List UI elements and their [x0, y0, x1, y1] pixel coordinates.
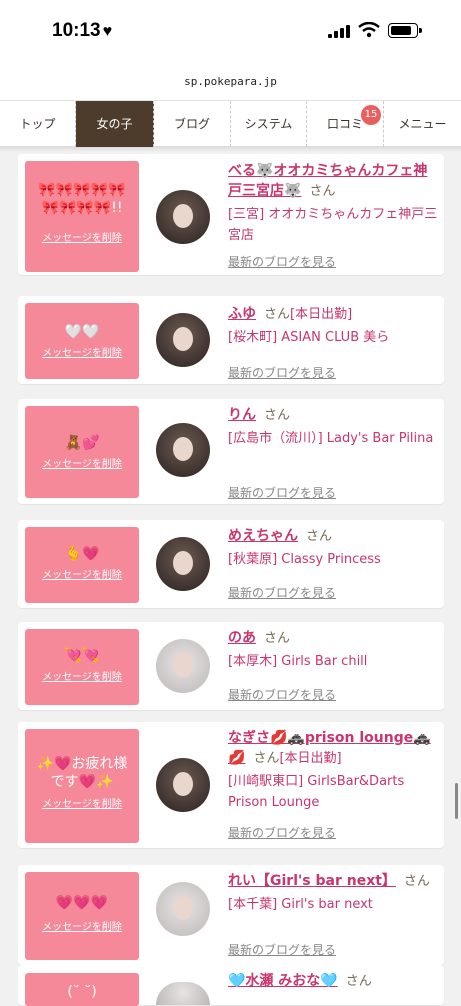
message-text: 💗💗💗: [55, 895, 109, 911]
latest-blog-link[interactable]: 最新のブログを見る: [228, 941, 336, 958]
avatar[interactable]: [156, 537, 210, 591]
message-text: 💘💘: [64, 648, 100, 664]
girl-info: めえちゃん さん [秋葉原] Classy Princess 最新のブログを見る: [228, 526, 438, 600]
delete-message-link[interactable]: メッセージを削除: [25, 795, 139, 810]
tab-system[interactable]: システム: [231, 101, 307, 147]
girl-info: べる🐺オオカミちゃんカフェ神戸三宮店🐺 さん [三宮] オオカミちゃんカフェ神戸三…: [228, 163, 438, 269]
latest-blog-link[interactable]: 最新のブログを見る: [228, 824, 336, 841]
message-box: 💗💗💗 メッセージを削除: [25, 872, 139, 960]
shop-name: [広島市（流川）] Lady's Bar Pilina: [228, 431, 434, 446]
latest-blog-link[interactable]: 最新のブログを見る: [228, 686, 336, 703]
battery-icon: [388, 23, 422, 38]
message-text: ✨💗お疲れ様です💗✨: [36, 756, 128, 790]
message-box: 💘💘 メッセージを削除: [25, 629, 139, 705]
girl-info: れい【Girl's bar next】 さん [本千葉] Girl's bar n…: [228, 871, 438, 957]
girl-info: なぎさ💋🚓prison lounge🚓💋 さん[本日出勤] [川崎駅東口] Gir…: [228, 728, 438, 840]
girl-info: りん さん [広島市（流川）] Lady's Bar Pilina 最新のブログを…: [228, 405, 438, 500]
avatar[interactable]: [156, 882, 210, 936]
url-text: sp.pokepara.jp: [184, 75, 277, 88]
delete-message-link[interactable]: メッセージを削除: [25, 566, 139, 581]
tab-menu[interactable]: メニュー: [384, 101, 461, 147]
time-text: 10:13: [52, 20, 101, 41]
avatar[interactable]: [156, 423, 210, 477]
message-box: (˘ ˘): [25, 973, 139, 1006]
reviews-count-badge: 15: [361, 105, 381, 125]
delete-message-link[interactable]: メッセージを削除: [25, 344, 139, 359]
girl-name-link[interactable]: れい【Girl's bar next】: [228, 873, 396, 889]
list-item: 💗💗💗 メッセージを削除 れい【Girl's bar next】 さん [本千葉]…: [18, 865, 444, 965]
girl-name-link[interactable]: りん: [228, 407, 256, 423]
list-item: 🤍🤍 メッセージを削除 ふゆ さん[本日出勤] [桜木町] ASIAN CLUB …: [18, 296, 444, 384]
clock: 10:13 ♥: [52, 20, 112, 42]
main-nav: トップ 女の子 ブログ システム 口コミ 15 メニュー: [0, 100, 461, 147]
latest-blog-link[interactable]: 最新のブログを見る: [228, 364, 336, 381]
girl-name-link[interactable]: 🩵水瀬 みおな🩵: [228, 973, 338, 989]
latest-blog-link[interactable]: 最新のブログを見る: [228, 484, 336, 501]
status-tag: [本日出勤]: [290, 307, 353, 322]
delete-message-link[interactable]: メッセージを削除: [25, 455, 139, 470]
avatar[interactable]: [156, 982, 210, 1005]
delete-message-link[interactable]: メッセージを削除: [25, 918, 139, 933]
delete-message-link[interactable]: メッセージを削除: [25, 668, 139, 683]
tab-reviews[interactable]: 口コミ 15: [307, 101, 384, 147]
status-bar: 10:13 ♥: [0, 0, 461, 64]
list-item: ✨💗お疲れ様です💗✨ メッセージを削除 なぎさ💋🚓prison lounge🚓💋…: [18, 722, 444, 848]
tab-blog[interactable]: ブログ: [154, 101, 231, 147]
message-text: 🧸💕: [64, 435, 100, 451]
delete-message-link[interactable]: メッセージを削除: [25, 229, 139, 244]
tab-top[interactable]: トップ: [0, 101, 76, 147]
message-text: (˘ ˘): [67, 984, 97, 1000]
latest-blog-link[interactable]: 最新のブログを見る: [228, 253, 336, 270]
list-item: 🧸💕 メッセージを削除 りん さん [広島市（流川）] Lady's Bar Pi…: [18, 399, 444, 504]
girl-name-link[interactable]: ふゆ: [228, 306, 256, 322]
list-item: (˘ ˘) 🩵水瀬 みおな🩵 さん: [18, 965, 444, 1006]
list-item: 🫰💗 メッセージを削除 めえちゃん さん [秋葉原] Classy Princes…: [18, 520, 444, 608]
message-text: 🎀🎀🎀🎀🎀🎀🎀🎀🎀!!: [38, 182, 126, 216]
message-box: 🤍🤍 メッセージを削除: [25, 303, 139, 379]
avatar[interactable]: [156, 758, 210, 812]
shop-name: [川崎駅東口] GirlsBar&Darts Prison Lounge: [228, 774, 405, 810]
shop-name: [桜木町] ASIAN CLUB 美ら: [228, 330, 390, 345]
heart-icon: ♥: [102, 23, 113, 40]
girl-info: 🩵水瀬 みおな🩵 さん: [228, 973, 372, 989]
tab-girls[interactable]: 女の子: [76, 101, 154, 147]
girl-name-link[interactable]: のあ: [228, 630, 256, 646]
message-box: ✨💗お疲れ様です💗✨ メッセージを削除: [25, 729, 139, 843]
wifi-icon: [358, 22, 380, 38]
nav-divider: [0, 147, 461, 152]
message-box: 🧸💕 メッセージを削除: [25, 406, 139, 498]
shop-name: [本厚木] Girls Bar chill: [228, 654, 368, 669]
girl-info: のあ さん [本厚木] Girls Bar chill 最新のブログを見る: [228, 628, 438, 702]
list-item: 💘💘 メッセージを削除 のあ さん [本厚木] Girls Bar chill 最…: [18, 622, 444, 710]
message-box: 🎀🎀🎀🎀🎀🎀🎀🎀🎀!! メッセージを削除: [25, 161, 139, 272]
latest-blog-link[interactable]: 最新のブログを見る: [228, 584, 336, 601]
shop-name: [本千葉] Girl's bar next: [228, 897, 373, 912]
cellular-signal-icon: [328, 24, 350, 38]
message-text: 🤍🤍: [64, 324, 100, 340]
scrollbar[interactable]: [455, 783, 458, 819]
status-tag: [本日出勤]: [279, 751, 342, 766]
shop-name: [秋葉原] Classy Princess: [228, 552, 381, 567]
address-bar[interactable]: sp.pokepara.jp: [0, 64, 461, 100]
message-text: 🫰💗: [64, 546, 100, 562]
avatar[interactable]: [156, 639, 210, 693]
girl-info: ふゆ さん[本日出勤] [桜木町] ASIAN CLUB 美ら 最新のブログを見る: [228, 304, 438, 380]
message-box: 🫰💗 メッセージを削除: [25, 527, 139, 603]
girl-name-link[interactable]: めえちゃん: [228, 528, 298, 544]
avatar[interactable]: [156, 190, 210, 244]
shop-name: [三宮] オオカミちゃんカフェ神戸三宮店: [228, 207, 438, 243]
avatar[interactable]: [156, 313, 210, 367]
list-item: 🎀🎀🎀🎀🎀🎀🎀🎀🎀!! メッセージを削除 べる🐺オオカミちゃんカフェ神戸三宮店🐺…: [18, 154, 444, 275]
